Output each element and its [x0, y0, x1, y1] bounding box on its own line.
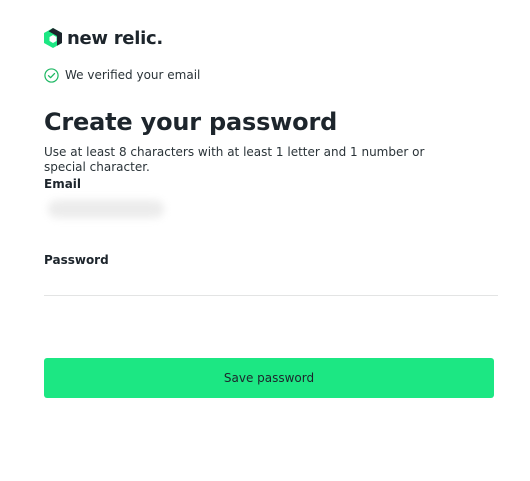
password-input[interactable] [44, 272, 498, 296]
verified-text: We verified your email [65, 68, 201, 82]
new-relic-hexagon-icon [44, 28, 62, 48]
create-password-page: new relic. We verified your email Create… [0, 0, 530, 481]
email-verified-notice: We verified your email [44, 67, 200, 83]
password-label: Password [44, 253, 109, 267]
email-label: Email [44, 177, 82, 191]
check-circle-icon [44, 67, 59, 83]
brand-name: new relic. [67, 27, 163, 49]
new-relic-logo: new relic. [44, 27, 163, 49]
email-value-redacted [48, 200, 164, 218]
password-requirements-hint: Use at least 8 characters with at least … [44, 145, 425, 174]
page-title: Create your password [44, 108, 338, 136]
save-password-button[interactable]: Save password [44, 358, 494, 398]
